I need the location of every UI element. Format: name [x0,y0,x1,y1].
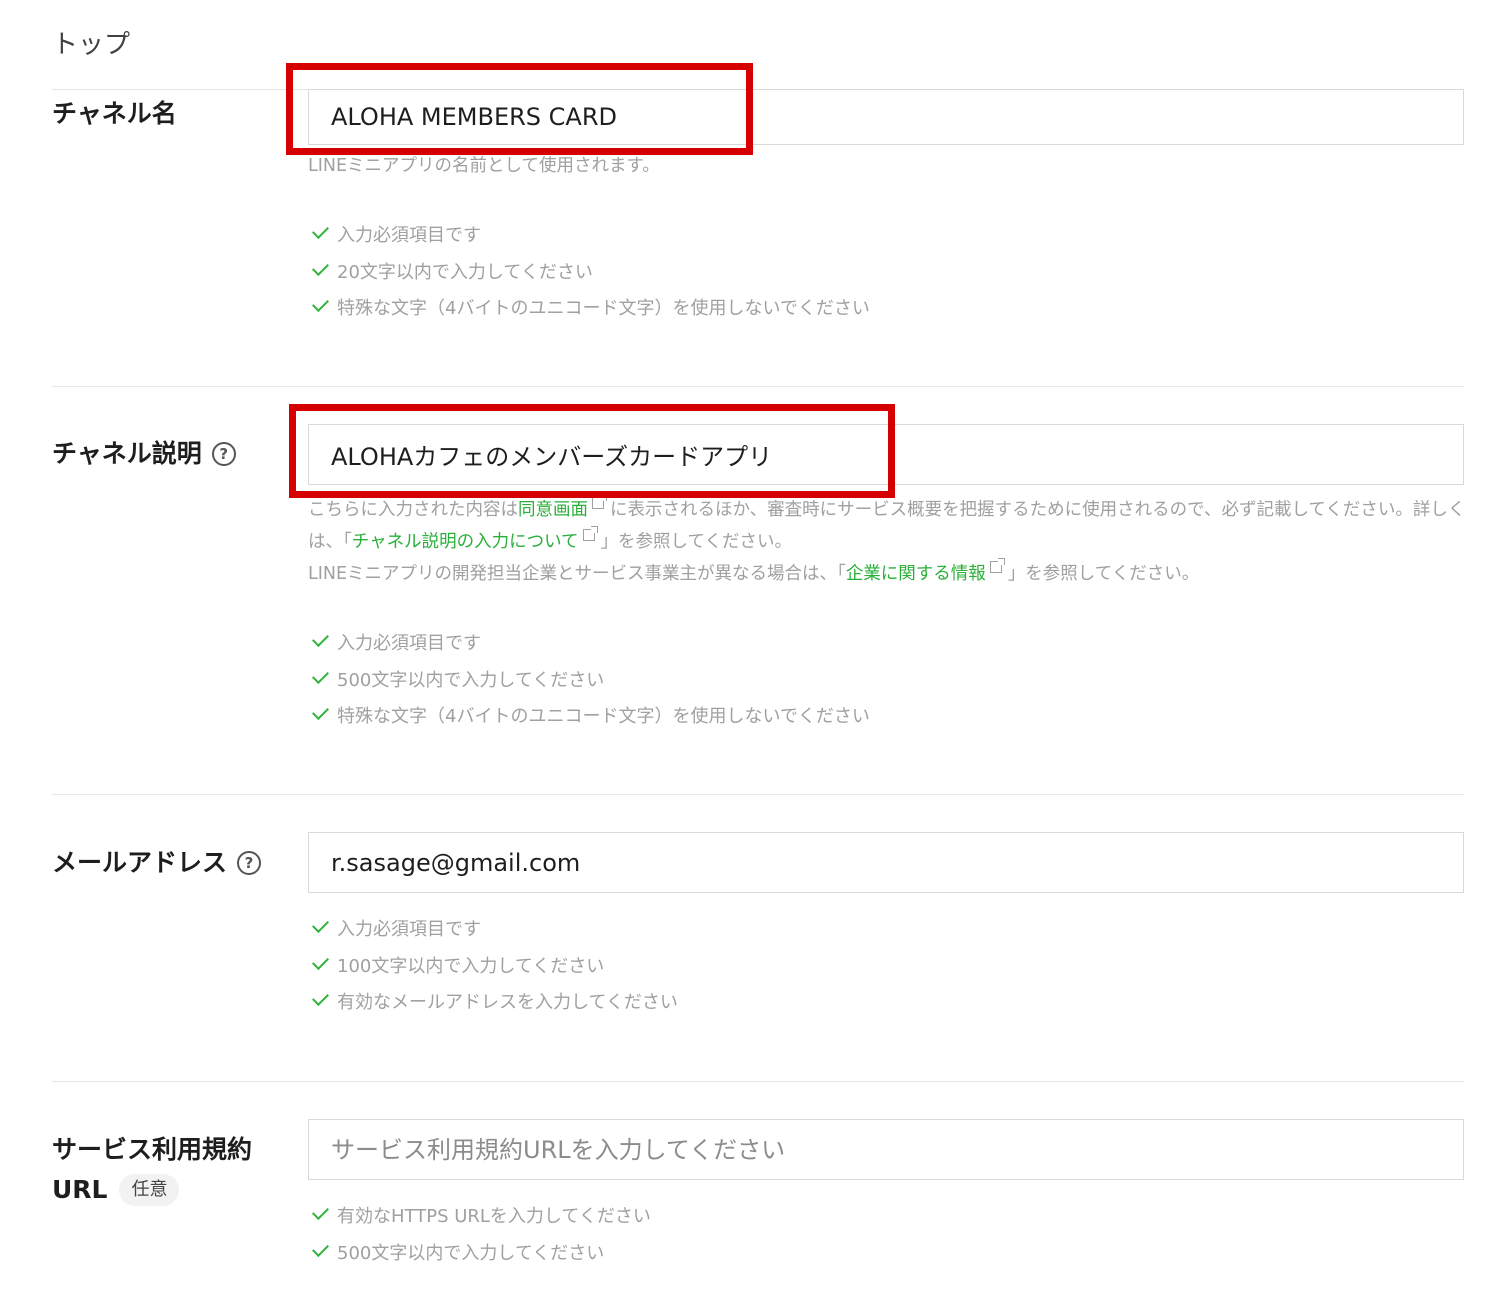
validation-rule: 特殊な文字（4バイトのユニコード文字）を使用しないでください [310,699,870,736]
validation-rule: 入力必須項目です [310,912,678,949]
divider [52,1081,1464,1082]
check-icon [312,989,329,1006]
optional-badge: 任意 [119,1174,180,1206]
check-icon [312,952,329,970]
check-icon [312,1239,329,1257]
validation-rule: 入力必須項目です [310,218,870,255]
channel-description-guide-link[interactable]: チャネル説明の入力について [352,532,579,552]
help-icon[interactable]: ? [211,442,236,466]
check-icon [312,258,329,276]
check-icon [312,295,329,312]
validation-rule: 有効なメールアドレスを入力してください [310,985,678,1022]
external-link-icon [592,494,607,509]
company-info-link[interactable]: 企業に関する情報 [846,564,986,584]
breadcrumb: トップ [52,30,131,60]
validation-rule: 有効なHTTPS URLを入力してください [310,1199,651,1236]
external-link-icon [582,526,598,541]
validation-rule: 100文字以内で入力してください [310,949,678,986]
email-field[interactable] [308,832,1464,893]
email-rules: 入力必須項目です 100文字以内で入力してください 有効なメールアドレスを入力し… [310,912,678,1022]
channel-name-input[interactable] [309,90,1463,144]
channel-name-note: LINEミニアプリの名前として使用されます。 [308,156,660,176]
validation-rule: 500文字以内で入力してください [310,663,870,700]
divider [52,794,1464,795]
validation-rule: 入力必須項目です [310,626,870,663]
channel-name-rules: 入力必須項目です 20文字以内で入力してください 特殊な文字（4バイトのユニコー… [310,218,870,328]
terms-url-field[interactable] [308,1119,1464,1180]
external-link-icon [989,558,1005,573]
help-icon[interactable]: ? [237,851,262,875]
terms-url-label: サービス利用規約 URL 任意 [52,1135,253,1206]
validation-rule: 500文字以内で入力してください [310,1236,651,1273]
check-icon [312,1203,329,1220]
channel-name-field[interactable] [308,89,1464,145]
check-icon [312,222,329,239]
check-icon [312,703,329,720]
channel-description-label: チャネル説明? [52,434,236,474]
channel-description-field[interactable] [308,424,1464,485]
channel-description-input[interactable] [309,425,1463,484]
terms-url-input[interactable] [309,1120,1463,1179]
email-label: メールアドレス? [52,843,262,883]
channel-description-note: こちらに入力された内容は同意画面 に表示されるほか、審査時にサービス概要を把握する… [308,494,1468,590]
email-input[interactable] [309,833,1463,892]
validation-rule: 特殊な文字（4バイトのユニコード文字）を使用しないでください [310,291,870,328]
check-icon [312,630,329,647]
channel-description-rules: 入力必須項目です 500文字以内で入力してください 特殊な文字（4バイトのユニコ… [310,626,870,736]
divider [52,386,1464,387]
channel-name-label: チャネル名 [52,99,177,128]
consent-screen-link[interactable]: 同意画面 [518,500,588,520]
check-icon [312,916,329,933]
check-icon [312,666,329,684]
terms-url-rules: 有効なHTTPS URLを入力してください 500文字以内で入力してください [310,1199,651,1272]
validation-rule: 20文字以内で入力してください [310,255,870,292]
